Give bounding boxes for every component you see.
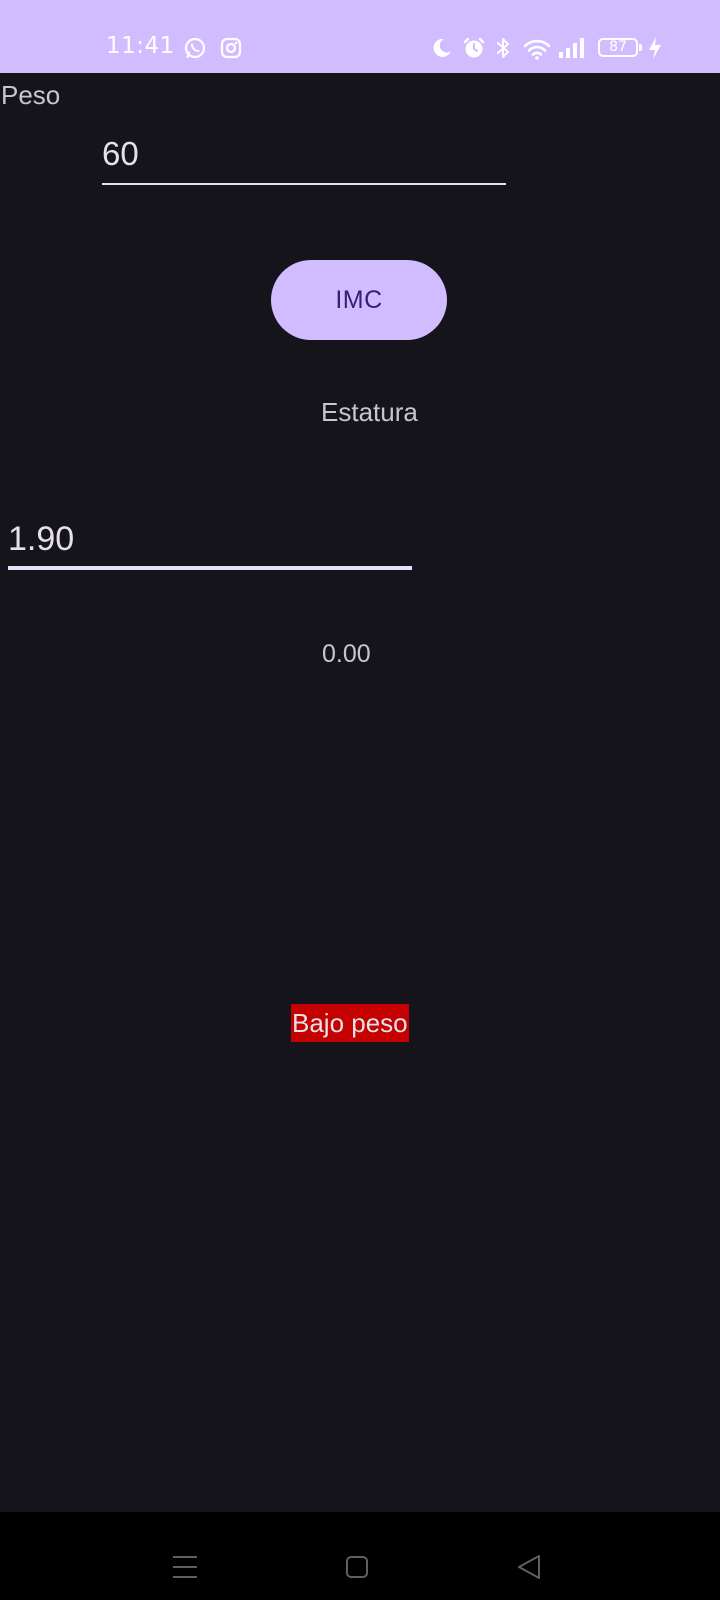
home-icon[interactable]	[345, 1555, 369, 1579]
peso-label: Peso	[1, 80, 61, 110]
app-screen: 11:41 87 Peso 60 IMC Estatura 1.90 0.00 …	[0, 0, 720, 1600]
classification-badge: Bajo peso	[291, 1004, 409, 1042]
back-icon[interactable]	[516, 1554, 542, 1580]
navigation-bar	[0, 1512, 720, 1600]
peso-input[interactable]: 60	[102, 133, 506, 185]
alarm-icon	[463, 37, 485, 58]
moon-icon	[433, 38, 451, 57]
battery-tip	[639, 44, 642, 51]
whatsapp-icon	[184, 37, 206, 59]
estatura-input-value: 1.90	[8, 520, 75, 558]
menu-icon[interactable]	[172, 1554, 198, 1580]
battery-level: 87	[609, 39, 627, 55]
imc-button[interactable]: IMC	[271, 260, 447, 340]
estatura-label: Estatura	[321, 397, 418, 427]
imc-result-value: 0.00	[322, 640, 371, 668]
instagram-icon	[220, 37, 242, 59]
battery-icon: 87	[598, 38, 638, 57]
status-time: 11:41	[106, 33, 175, 59]
estatura-input[interactable]: 1.90	[8, 510, 412, 570]
signal-icon	[559, 38, 584, 58]
bluetooth-icon	[497, 38, 509, 58]
wifi-icon	[523, 39, 551, 60]
peso-input-value: 60	[102, 135, 139, 172]
charging-icon	[649, 37, 661, 59]
status-bar: 11:41 87	[0, 0, 720, 73]
